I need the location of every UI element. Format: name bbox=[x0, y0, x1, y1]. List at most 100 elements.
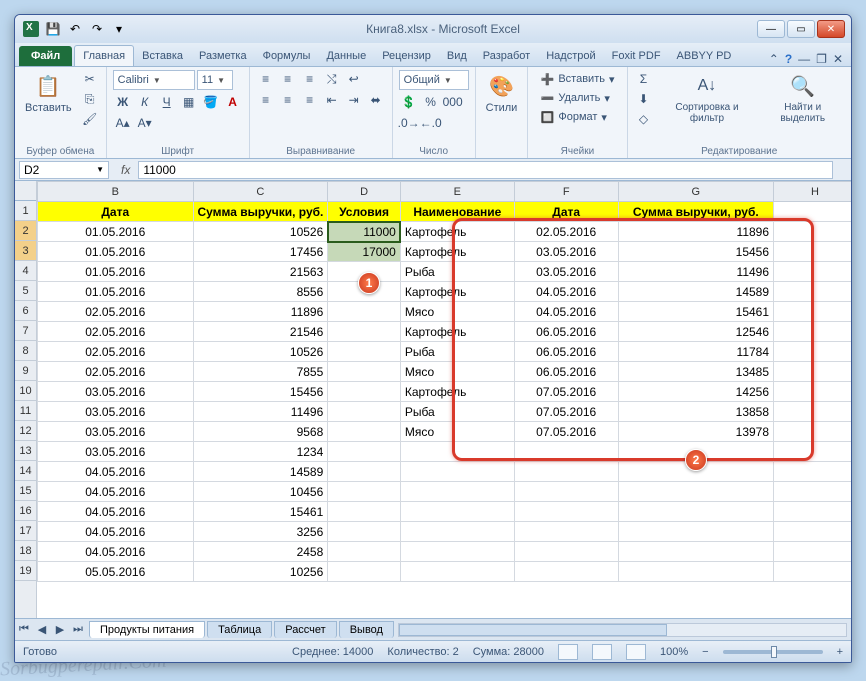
select-all-corner[interactable] bbox=[15, 181, 36, 201]
cell[interactable] bbox=[774, 502, 851, 522]
col-header[interactable]: H bbox=[774, 182, 851, 202]
row-header[interactable]: 1 bbox=[15, 201, 36, 221]
row-header[interactable]: 10 bbox=[15, 381, 36, 401]
cell[interactable] bbox=[514, 482, 618, 502]
wrap-text-icon[interactable]: ↩ bbox=[344, 70, 364, 88]
row-header[interactable]: 18 bbox=[15, 541, 36, 561]
cell[interactable]: 01.05.2016 bbox=[38, 222, 194, 242]
cell[interactable] bbox=[774, 222, 851, 242]
cell[interactable] bbox=[514, 462, 618, 482]
row-header[interactable]: 2 bbox=[15, 221, 36, 241]
cell[interactable] bbox=[618, 522, 774, 542]
cell[interactable]: 04.05.2016 bbox=[38, 482, 194, 502]
cell[interactable]: 2458 bbox=[193, 542, 328, 562]
cell[interactable]: 13485 bbox=[618, 362, 774, 382]
tab-formulas[interactable]: Формулы bbox=[255, 46, 319, 66]
cell[interactable]: 14589 bbox=[193, 462, 328, 482]
fill-color-button[interactable]: 🪣 bbox=[201, 93, 221, 111]
cell[interactable] bbox=[328, 542, 401, 562]
cell[interactable] bbox=[774, 462, 851, 482]
align-center-icon[interactable]: ≡ bbox=[278, 91, 298, 109]
cell[interactable]: 7855 bbox=[193, 362, 328, 382]
table-header-cell[interactable]: Сумма выручки, руб. bbox=[618, 202, 774, 222]
align-bottom-icon[interactable]: ≡ bbox=[300, 70, 320, 88]
cell[interactable] bbox=[514, 522, 618, 542]
minimize-ribbon-icon[interactable]: ⌃ bbox=[769, 52, 779, 66]
insert-cells-button[interactable]: ➕Вставить ▾ bbox=[534, 70, 620, 88]
tab-developer[interactable]: Разработ bbox=[475, 46, 538, 66]
cell[interactable]: 11496 bbox=[618, 262, 774, 282]
cell[interactable] bbox=[400, 542, 514, 562]
cell[interactable]: 03.05.2016 bbox=[514, 262, 618, 282]
cell[interactable]: Мясо bbox=[400, 362, 514, 382]
maximize-button[interactable]: ▭ bbox=[787, 20, 815, 38]
merge-icon[interactable]: ⬌ bbox=[366, 91, 386, 109]
cell[interactable]: 03.05.2016 bbox=[38, 402, 194, 422]
name-box[interactable]: D2▼ bbox=[19, 161, 109, 179]
table-header-cell[interactable]: Дата bbox=[38, 202, 194, 222]
qat-dropdown-icon[interactable]: ▾ bbox=[109, 19, 129, 39]
sort-filter-button[interactable]: A↓ Сортировка и фильтр bbox=[658, 70, 757, 126]
cell[interactable]: Картофель bbox=[400, 222, 514, 242]
cell[interactable] bbox=[514, 542, 618, 562]
col-header[interactable]: C bbox=[193, 182, 328, 202]
tab-file[interactable]: Файл bbox=[19, 46, 72, 66]
cell[interactable]: Рыба bbox=[400, 342, 514, 362]
cut-icon[interactable]: ✂ bbox=[80, 70, 100, 88]
sheet-tab[interactable]: Таблица bbox=[207, 621, 272, 638]
cell[interactable]: 10256 bbox=[193, 562, 328, 582]
cell[interactable]: 03.05.2016 bbox=[38, 422, 194, 442]
table-header-cell[interactable]: Сумма выручки, руб. bbox=[193, 202, 328, 222]
cell[interactable]: 13978 bbox=[618, 422, 774, 442]
orientation-icon[interactable]: ⤭ bbox=[322, 70, 342, 88]
font-name-combo[interactable]: Calibri▼ bbox=[113, 70, 195, 90]
tab-foxit[interactable]: Foxit PDF bbox=[604, 46, 669, 66]
cell[interactable]: 11784 bbox=[618, 342, 774, 362]
cell[interactable] bbox=[774, 242, 851, 262]
table-header-cell[interactable]: Дата bbox=[514, 202, 618, 222]
cell[interactable] bbox=[328, 502, 401, 522]
copy-icon[interactable]: ⎘ bbox=[80, 90, 100, 108]
redo-icon[interactable]: ↷ bbox=[87, 19, 107, 39]
cell[interactable] bbox=[328, 462, 401, 482]
shrink-font-icon[interactable]: A▾ bbox=[135, 114, 155, 132]
cell[interactable]: 03.05.2016 bbox=[38, 442, 194, 462]
cell[interactable]: 21563 bbox=[193, 262, 328, 282]
comma-icon[interactable]: 000 bbox=[443, 93, 463, 111]
table-header-cell[interactable]: Условия bbox=[328, 202, 401, 222]
cell[interactable]: Мясо bbox=[400, 422, 514, 442]
worksheet-grid[interactable]: 1 2 3 4 5 6 7 8 9 10 11 12 13 14 15 16 1… bbox=[15, 181, 851, 618]
tab-review[interactable]: Рецензир bbox=[374, 46, 439, 66]
align-right-icon[interactable]: ≡ bbox=[300, 91, 320, 109]
cell[interactable]: 06.05.2016 bbox=[514, 342, 618, 362]
cell[interactable] bbox=[328, 322, 401, 342]
cell[interactable]: 04.05.2016 bbox=[38, 502, 194, 522]
close-button[interactable]: ✕ bbox=[817, 20, 845, 38]
cell[interactable]: 04.05.2016 bbox=[514, 282, 618, 302]
cell[interactable] bbox=[774, 282, 851, 302]
doc-restore-icon[interactable]: ❐ bbox=[816, 52, 827, 66]
sheet-tab[interactable]: Вывод bbox=[339, 621, 394, 638]
cell[interactable] bbox=[618, 562, 774, 582]
cell[interactable] bbox=[774, 382, 851, 402]
format-painter-icon[interactable]: 🖌 bbox=[80, 110, 100, 128]
cell[interactable]: 15461 bbox=[618, 302, 774, 322]
row-header[interactable]: 9 bbox=[15, 361, 36, 381]
cell[interactable]: 06.05.2016 bbox=[514, 362, 618, 382]
styles-button[interactable]: 🎨 Стили bbox=[482, 70, 522, 116]
view-layout-icon[interactable] bbox=[592, 644, 612, 660]
horizontal-scrollbar[interactable] bbox=[398, 623, 847, 637]
cell[interactable]: 3256 bbox=[193, 522, 328, 542]
help-icon[interactable]: ? bbox=[785, 52, 792, 66]
bold-button[interactable]: Ж bbox=[113, 93, 133, 111]
cell[interactable] bbox=[400, 462, 514, 482]
cell[interactable]: 07.05.2016 bbox=[514, 382, 618, 402]
cell[interactable] bbox=[774, 402, 851, 422]
cell[interactable] bbox=[618, 482, 774, 502]
cell[interactable]: 17000 bbox=[328, 242, 401, 262]
sheet-tab[interactable]: Рассчет bbox=[274, 621, 337, 638]
cell[interactable] bbox=[514, 562, 618, 582]
cell[interactable] bbox=[774, 342, 851, 362]
cell[interactable]: Картофель bbox=[400, 382, 514, 402]
cell[interactable]: 04.05.2016 bbox=[38, 542, 194, 562]
